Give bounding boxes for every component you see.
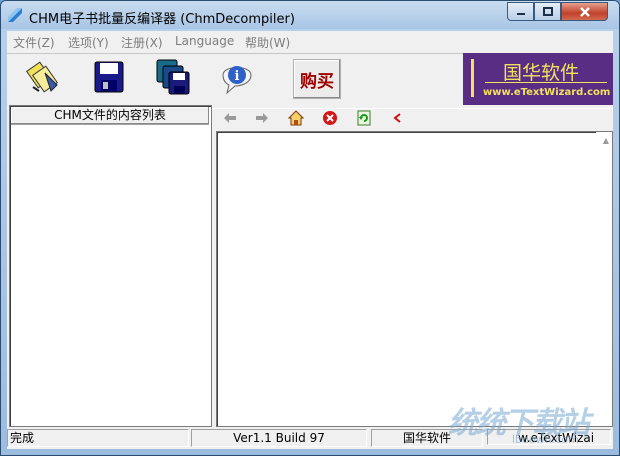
minimize-button[interactable] [507,2,534,21]
menu-register[interactable]: 注册(X) [121,34,163,51]
save-icon[interactable] [89,57,129,97]
back-button[interactable] [221,109,239,127]
collapse-button[interactable] [389,109,407,127]
back-icon [224,113,236,123]
info-icon[interactable]: i [217,57,257,97]
maximize-icon [542,6,553,16]
client-area: 文件(Z) 选项(Y) 注册(X) Language 帮助(W) i 购买 国华… [7,31,613,449]
stop-button[interactable] [321,109,339,127]
menu-file[interactable]: 文件(Z) [13,34,55,51]
brand-divider [485,82,607,83]
watermark-url: lbdown.com [512,433,579,446]
app-window: CHM电子书批量反编译器 (ChmDecompiler) 文件(Z) 选项(Y)… [0,0,620,456]
brand-bar [471,59,474,97]
status-text: 完成 [7,429,189,447]
status-version: Ver1.1 Build 97 [191,429,367,447]
title-bar[interactable]: CHM电子书批量反编译器 (ChmDecompiler) [1,1,619,29]
close-button[interactable] [561,2,608,21]
brand-name: 国华软件 [503,62,580,84]
menu-help[interactable]: 帮助(W) [245,34,290,51]
home-icon [288,110,304,126]
buy-button[interactable]: 购买 [293,59,341,99]
brand-banner[interactable]: 国华软件 www.eTextWizard.com [463,53,613,105]
scroll-up-icon[interactable]: ▲ [603,136,609,145]
refresh-icon [357,110,371,126]
forward-icon [256,113,268,123]
vertical-scrollbar[interactable]: ▲ [596,132,612,424]
forward-button[interactable] [253,109,271,127]
svg-text:i: i [235,69,240,84]
content-viewer[interactable]: ▲ [216,131,613,427]
menu-options[interactable]: 选项(Y) [68,34,109,51]
home-button[interactable] [287,109,305,127]
minimize-icon [516,12,525,15]
contents-header: CHM文件的内容列表 [11,107,209,125]
brand-url: www.eTextWizard.com [483,87,611,98]
stop-icon [323,111,337,125]
close-icon [579,6,590,17]
menu-language[interactable]: Language [175,34,234,48]
app-icon [8,8,22,22]
chm-contents-tree[interactable]: CHM文件的内容列表 [9,105,212,427]
refresh-button[interactable] [355,109,373,127]
menu-bar: 文件(Z) 选项(Y) 注册(X) Language 帮助(W) [7,31,613,51]
decompile-icon[interactable] [25,57,65,97]
batch-save-icon[interactable] [153,57,193,97]
maximize-button[interactable] [534,2,561,21]
browser-nav-bar [217,107,613,129]
collapse-icon [393,113,401,123]
window-title: CHM电子书批量反编译器 (ChmDecompiler) [29,12,295,27]
